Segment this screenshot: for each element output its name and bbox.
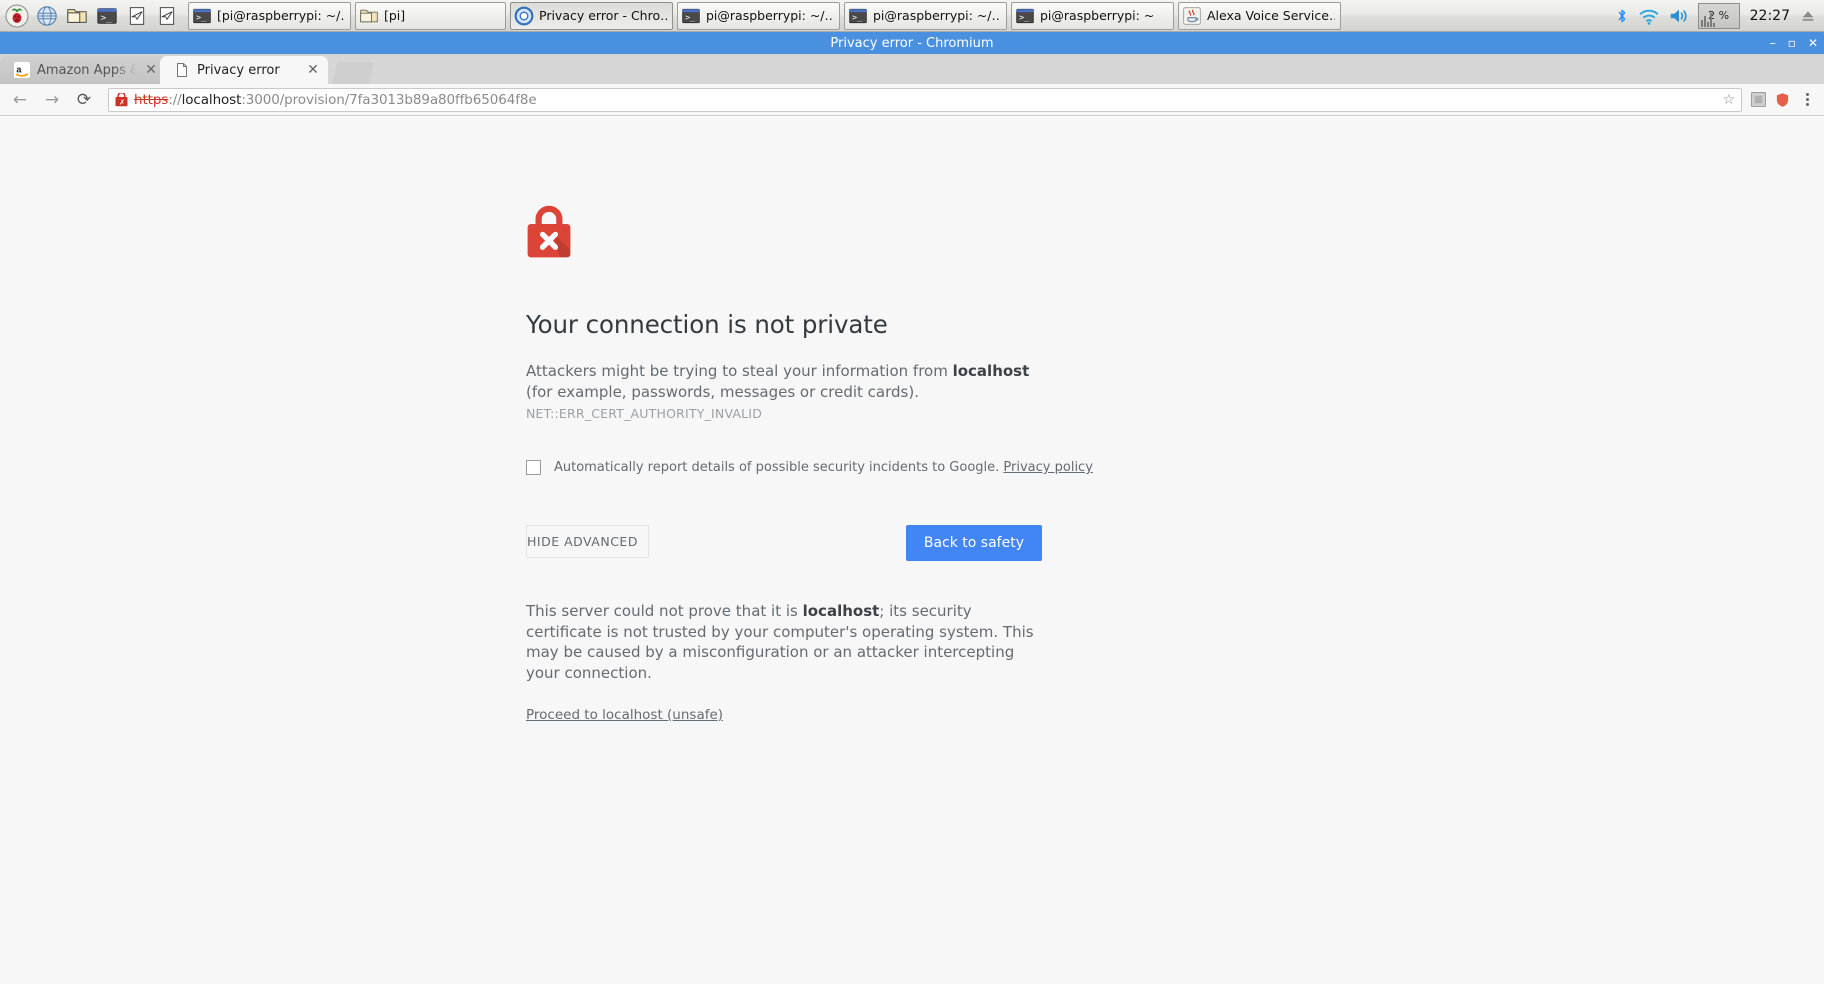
forward-button[interactable]: → xyxy=(40,88,64,112)
java-icon xyxy=(1183,6,1201,25)
eject-icon[interactable] xyxy=(1800,6,1816,26)
taskbar-window-chromium[interactable]: Privacy error - Chro… xyxy=(510,1,673,30)
taskbar-window-label: Privacy error - Chro… xyxy=(539,8,667,23)
error-code: NET::ERR_CERT_AUTHORITY_INVALID xyxy=(526,406,763,421)
taskbar-window-terminal-3[interactable]: >_ pi@raspberrypi: ~/… xyxy=(844,1,1007,30)
svg-text:✗: ✗ xyxy=(119,98,125,106)
hide-advanced-button[interactable]: HIDE ADVANCED xyxy=(526,525,649,558)
terminal-icon: >_ xyxy=(682,8,700,23)
scrollbar-track[interactable] xyxy=(1809,117,1824,984)
url-text: https://localhost:3000/provision/7fa3013… xyxy=(134,92,1716,108)
report-optin-label: Automatically report details of possible… xyxy=(554,459,1093,476)
bluetooth-icon[interactable] xyxy=(1614,5,1630,27)
taskbar-window-label: pi@raspberrypi: ~/… xyxy=(873,8,1001,23)
terminal-launcher-icon[interactable]: >_ xyxy=(92,1,122,31)
taskbar-window-terminal-2[interactable]: >_ pi@raspberrypi: ~/… xyxy=(677,1,840,30)
new-tab-button[interactable] xyxy=(332,62,374,84)
body-suffix: (for example, passwords, messages or cre… xyxy=(526,383,919,401)
reload-button[interactable]: ⟳ xyxy=(72,88,96,112)
address-bar[interactable]: ✗ https://localhost:3000/provision/7fa30… xyxy=(108,87,1742,112)
raspberry-menu-icon[interactable] xyxy=(2,1,32,31)
browser-tab-strip: a Amazon Apps & Se ✕ Privacy error ✕ xyxy=(0,54,1824,84)
advanced-hostname: localhost xyxy=(802,602,880,620)
interstitial-body: Attackers might be trying to steal your … xyxy=(526,361,1034,424)
privacy-policy-link[interactable]: Privacy policy xyxy=(1003,460,1092,475)
terminal-icon: >_ xyxy=(1016,8,1034,23)
page-content: Your connection is not private Attackers… xyxy=(0,117,1824,984)
svg-text:>_: >_ xyxy=(852,12,863,22)
cpu-monitor[interactable]: 2 % xyxy=(1697,2,1740,29)
body-hostname: localhost xyxy=(952,362,1030,380)
taskbar-window-alexa[interactable]: Alexa Voice Service… xyxy=(1178,1,1341,30)
body-prefix: Attackers might be trying to steal your … xyxy=(526,362,953,380)
taskbar-window-label: [pi] xyxy=(384,8,406,23)
advanced-prefix: This server could not prove that it is xyxy=(526,602,803,620)
report-checkbox[interactable] xyxy=(526,460,541,475)
system-taskbar: >_ >_ [pi@raspberrypi: ~/… [pi] Privacy … xyxy=(0,0,1824,32)
terminal-icon: >_ xyxy=(849,8,867,23)
shield-extension-icon[interactable] xyxy=(1774,92,1790,108)
url-separator: :// xyxy=(168,91,182,108)
tab-amazon-apps[interactable]: a Amazon Apps & Se ✕ xyxy=(0,56,166,84)
svg-text:>_: >_ xyxy=(101,12,113,23)
tab-privacy-error[interactable]: Privacy error ✕ xyxy=(160,56,328,84)
mail-launcher-icon-1[interactable] xyxy=(122,1,152,31)
mail-launcher-icon-2[interactable] xyxy=(152,1,182,31)
advanced-explanation: This server could not prove that it is l… xyxy=(526,601,1038,683)
maximize-button[interactable]: ▫ xyxy=(1788,37,1796,49)
tab-close-icon[interactable]: ✕ xyxy=(144,63,158,77)
page-title: Your connection is not private xyxy=(526,310,888,339)
back-button[interactable]: ← xyxy=(8,88,32,112)
svg-text:>_: >_ xyxy=(196,12,207,22)
tab-title: Amazon Apps & Se xyxy=(37,62,137,78)
cpu-graph-icon xyxy=(1700,12,1715,27)
advanced-details: This server could not prove that it is l… xyxy=(526,601,1126,723)
taskbar-window-label: pi@raspberrypi: ~ xyxy=(1040,8,1155,23)
url-host: localhost xyxy=(181,91,242,108)
page-icon xyxy=(177,63,187,77)
amazon-icon: a xyxy=(14,62,30,78)
svg-text:>_: >_ xyxy=(1019,12,1030,22)
report-optin-row[interactable]: Automatically report details of possible… xyxy=(526,459,1126,476)
window-title-bar: Privacy error - Chromium – ▫ ✕ xyxy=(0,32,1824,54)
system-tray: 2 % 22:27 xyxy=(1614,2,1822,29)
bookmark-star-icon[interactable]: ☆ xyxy=(1722,92,1735,108)
terminal-icon: >_ xyxy=(193,8,211,23)
taskbar-window-terminal-4[interactable]: >_ pi@raspberrypi: ~ xyxy=(1011,1,1174,30)
browser-toolbar: ← → ⟳ ✗ https://localhost:3000/provision… xyxy=(0,84,1824,116)
interstitial-actions: HIDE ADVANCED Back to safety xyxy=(526,525,1042,561)
url-path: :3000/provision/7fa3013b89a80ffb65064f8e xyxy=(241,91,537,108)
wifi-icon[interactable] xyxy=(1638,5,1660,27)
proceed-unsafe-link[interactable]: Proceed to localhost (unsafe) xyxy=(526,707,723,723)
back-to-safety-button[interactable]: Back to safety xyxy=(905,525,1042,561)
svg-text:>_: >_ xyxy=(685,12,696,22)
insecure-lock-icon[interactable]: ✗ xyxy=(115,92,128,107)
url-scheme: https xyxy=(134,91,169,108)
close-window-button[interactable]: ✕ xyxy=(1808,37,1818,49)
taskbar-window-terminal-1[interactable]: >_ [pi@raspberrypi: ~/… xyxy=(188,1,351,30)
file-manager-icon[interactable] xyxy=(62,1,92,31)
tab-close-icon[interactable]: ✕ xyxy=(306,63,320,77)
web-browser-icon[interactable] xyxy=(32,1,62,31)
broken-padlock-icon xyxy=(527,205,571,258)
window-controls: – ▫ ✕ xyxy=(1770,32,1818,54)
tab-title: Privacy error xyxy=(197,62,280,78)
extension-icon-1[interactable] xyxy=(1750,92,1766,108)
taskbar-window-filemanager[interactable]: [pi] xyxy=(355,1,506,30)
ssl-interstitial: Your connection is not private Attackers… xyxy=(526,204,1126,723)
minimize-button[interactable]: – xyxy=(1770,37,1776,49)
taskbar-window-label: [pi@raspberrypi: ~/… xyxy=(217,8,345,23)
volume-icon[interactable] xyxy=(1668,5,1690,27)
taskbar-window-label: pi@raspberrypi: ~/… xyxy=(706,8,834,23)
browser-menu-icon[interactable] xyxy=(1798,89,1816,111)
optin-text: Automatically report details of possible… xyxy=(554,460,1004,475)
window-title-text: Privacy error - Chromium xyxy=(830,35,994,51)
clock[interactable]: 22:27 xyxy=(1748,8,1792,24)
taskbar-window-label: Alexa Voice Service… xyxy=(1207,8,1335,23)
chromium-icon xyxy=(514,6,534,25)
folder-icon xyxy=(360,9,378,22)
